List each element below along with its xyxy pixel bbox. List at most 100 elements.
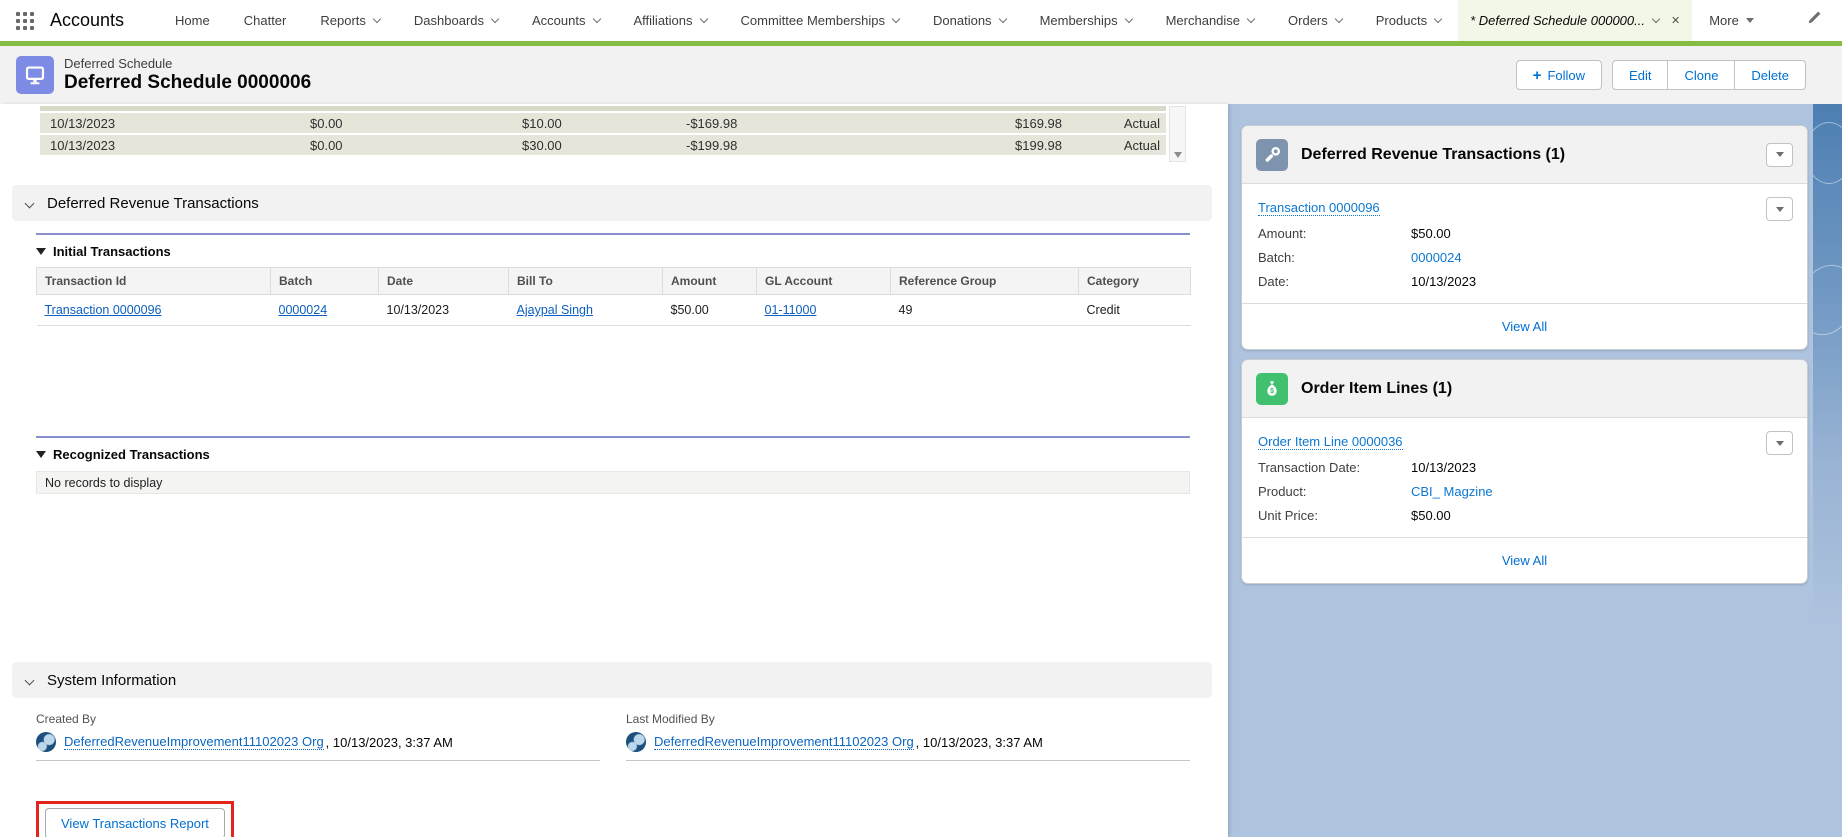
table-scrollbar[interactable] bbox=[1169, 106, 1186, 162]
field-row: Unit Price: $50.00 bbox=[1258, 508, 1793, 523]
tab-label: Dashboards bbox=[414, 13, 484, 28]
section-divider bbox=[36, 436, 1190, 438]
org-avatar bbox=[36, 732, 56, 752]
nav-tab-orders[interactable]: Orders bbox=[1271, 0, 1359, 41]
tab-label: * Deferred Schedule 000000... bbox=[1470, 13, 1645, 28]
created-timestamp: , 10/13/2023, 3:37 AM bbox=[326, 735, 453, 750]
last-modified-by-field: Last Modified By DeferredRevenueImprovem… bbox=[626, 712, 1190, 761]
product-link[interactable]: CBI_ Magzine bbox=[1411, 484, 1493, 499]
col-reference-group: Reference Group bbox=[891, 268, 1079, 295]
chevron-down-icon bbox=[1247, 15, 1255, 23]
card-footer: View All bbox=[1242, 537, 1807, 583]
chevron-down-icon bbox=[998, 15, 1006, 23]
triangle-down-icon bbox=[36, 451, 46, 458]
cell-reference-group: 49 bbox=[891, 295, 1079, 326]
nav-tab-accounts[interactable]: Accounts bbox=[515, 0, 616, 41]
order-item-line-record-link[interactable]: Order Item Line 0000036 bbox=[1258, 434, 1403, 450]
nav-tab-home[interactable]: Home bbox=[158, 0, 227, 41]
initial-transactions-table: Transaction Id Batch Date Bill To Amount… bbox=[36, 267, 1191, 326]
field-label: Batch: bbox=[1258, 250, 1411, 265]
tab-label: Orders bbox=[1288, 13, 1328, 28]
tab-label: Products bbox=[1376, 13, 1427, 28]
tab-label: Reports bbox=[320, 13, 366, 28]
transaction-record-link[interactable]: Transaction 0000096 bbox=[1258, 200, 1380, 216]
batch-link[interactable]: 0000024 bbox=[1411, 250, 1462, 265]
cell-status: Actual bbox=[1062, 116, 1166, 131]
cell-amount: $0.00 bbox=[300, 116, 512, 131]
chevron-down-icon bbox=[25, 198, 35, 208]
view-transactions-report-button[interactable]: View Transactions Report bbox=[45, 808, 225, 837]
card-body: Order Item Line 0000036 Transaction Date… bbox=[1242, 418, 1807, 537]
subsection-title: Initial Transactions bbox=[53, 244, 171, 259]
field-value: $50.00 bbox=[1411, 508, 1451, 523]
nav-tab-chatter[interactable]: Chatter bbox=[227, 0, 304, 41]
app-launcher-icon[interactable] bbox=[16, 12, 34, 30]
row-menu-button[interactable] bbox=[1766, 197, 1793, 221]
edit-pencil-icon[interactable] bbox=[1806, 10, 1822, 31]
transaction-id-link[interactable]: Transaction 0000096 bbox=[45, 303, 162, 317]
schedule-line-row: 10/13/2023 $0.00 $30.00 -$199.98 $199.98… bbox=[40, 135, 1166, 157]
chevron-down-icon bbox=[1335, 15, 1343, 23]
related-card-deferred-revenue-transactions: Deferred Revenue Transactions (1) Transa… bbox=[1241, 125, 1808, 350]
field-label: Transaction Date: bbox=[1258, 460, 1411, 475]
row-menu-button[interactable] bbox=[1766, 431, 1793, 455]
chevron-down-icon bbox=[592, 15, 600, 23]
drt-section-body: Initial Transactions Transaction Id Batc… bbox=[36, 233, 1190, 494]
global-nav: Accounts Home Chatter Reports Dashboards… bbox=[0, 0, 1842, 41]
follow-label: Follow bbox=[1547, 68, 1585, 83]
record-detail-panel: 10/13/2023 $0.00 $10.00 -$169.98 $169.98… bbox=[0, 104, 1228, 837]
batch-link[interactable]: 0000024 bbox=[279, 303, 328, 317]
related-panel: Deferred Revenue Transactions (1) Transa… bbox=[1228, 104, 1842, 837]
nav-tab-merchandise[interactable]: Merchandise bbox=[1149, 0, 1271, 41]
annotation-highlight-box: View Transactions Report bbox=[36, 801, 234, 837]
card-menu-button[interactable] bbox=[1766, 143, 1793, 167]
nav-tab-memberships[interactable]: Memberships bbox=[1023, 0, 1149, 41]
tab-label: Accounts bbox=[532, 13, 585, 28]
nav-tab-affiliations[interactable]: Affiliations bbox=[617, 0, 724, 41]
nav-tab-products[interactable]: Products bbox=[1359, 0, 1458, 41]
initial-transactions-toggle[interactable]: Initial Transactions bbox=[36, 244, 1190, 259]
field-label: Last Modified By bbox=[626, 712, 1190, 726]
triangle-down-icon bbox=[36, 248, 46, 255]
nav-tab-committee-memberships[interactable]: Committee Memberships bbox=[724, 0, 917, 41]
nav-tab-dashboards[interactable]: Dashboards bbox=[397, 0, 515, 41]
col-transaction-id: Transaction Id bbox=[37, 268, 271, 295]
follow-button[interactable]: + Follow bbox=[1516, 60, 1602, 90]
clone-button[interactable]: Clone bbox=[1667, 60, 1735, 90]
tab-label: Chatter bbox=[244, 13, 287, 28]
card-footer: View All bbox=[1242, 303, 1807, 349]
plus-icon: + bbox=[1533, 67, 1542, 84]
nav-tab-donations[interactable]: Donations bbox=[916, 0, 1023, 41]
section-system-information[interactable]: System Information bbox=[12, 662, 1212, 698]
recognized-transactions-toggle[interactable]: Recognized Transactions bbox=[36, 447, 1190, 462]
gl-account-link[interactable]: 01-11000 bbox=[765, 303, 817, 317]
delete-button[interactable]: Delete bbox=[1734, 60, 1806, 90]
field-value: $50.00 bbox=[1411, 226, 1451, 241]
field-row: Transaction Date: 10/13/2023 bbox=[1258, 460, 1793, 475]
chevron-down-icon bbox=[25, 675, 35, 685]
subsection-title: Recognized Transactions bbox=[53, 447, 210, 462]
card-body: Transaction 0000096 Amount: $50.00 Batch… bbox=[1242, 184, 1807, 303]
table-row: Transaction 0000096 0000024 10/13/2023 A… bbox=[37, 295, 1191, 326]
nav-tab-reports[interactable]: Reports bbox=[303, 0, 397, 41]
view-all-link[interactable]: View All bbox=[1502, 319, 1547, 334]
nav-tabs: Home Chatter Reports Dashboards Accounts… bbox=[158, 0, 1771, 41]
nav-tab-deferred-schedule-active[interactable]: * Deferred Schedule 000000... ✕ bbox=[1458, 0, 1692, 41]
nav-more-menu[interactable]: More bbox=[1692, 0, 1771, 41]
scroll-down-icon[interactable] bbox=[1174, 152, 1182, 158]
tab-label: Committee Memberships bbox=[741, 13, 886, 28]
record-action-group: Edit Clone Delete bbox=[1612, 60, 1806, 90]
cell-status: Actual bbox=[1062, 138, 1166, 153]
close-icon[interactable]: ✕ bbox=[1671, 14, 1680, 27]
edit-button[interactable]: Edit bbox=[1612, 60, 1668, 90]
page-title: Deferred Schedule 0000006 bbox=[64, 72, 311, 94]
section-deferred-revenue-transactions[interactable]: Deferred Revenue Transactions bbox=[12, 185, 1212, 221]
last-modified-by-link[interactable]: DeferredRevenueImprovement11102023 Org bbox=[654, 734, 914, 750]
empty-state-message: No records to display bbox=[36, 471, 1190, 494]
view-all-link[interactable]: View All bbox=[1502, 553, 1547, 568]
card-title: Order Item Lines (1) bbox=[1301, 380, 1452, 398]
created-by-link[interactable]: DeferredRevenueImprovement11102023 Org bbox=[64, 734, 324, 750]
chevron-down-icon[interactable] bbox=[1652, 15, 1660, 23]
field-value: DeferredRevenueImprovement11102023 Org ,… bbox=[36, 732, 600, 761]
bill-to-link[interactable]: Ajaypal Singh bbox=[517, 303, 593, 317]
